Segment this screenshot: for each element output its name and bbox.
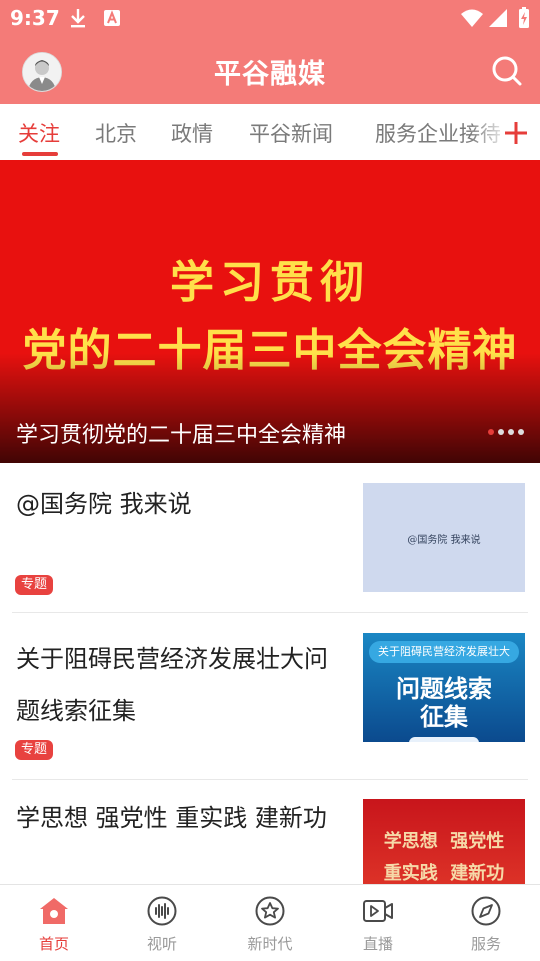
news-thumbnail: 关于阻碍民营经济发展壮大 问题线索 征集 [363,633,525,742]
nav-home-label: 首页 [38,935,69,953]
plus-icon [505,122,527,144]
tab-guanzhu[interactable]: 关注 [18,118,60,148]
app-header: 平谷融媒 [0,36,540,104]
news-item[interactable]: 学思想 强党性 重实践 建新功 学思想 强党性 重实践 建新功 [0,780,540,884]
news-title: 学思想 强党性 重实践 建新功 [16,804,327,832]
banner-caption: 学习贯彻党的二十届三中全会精神 [16,423,347,448]
channel-tabs: 关注 北京 政情 平谷新闻 服务企业接待 [0,104,540,160]
thumbnail-line1: 学思想 强党性 [383,831,505,852]
thumbnail-line2: 征集 [420,703,468,731]
news-item[interactable]: @国务院 我来说 专题 @国务院 我来说 [0,464,540,612]
home-icon [40,898,68,924]
video-camera-icon [363,900,393,922]
news-thumbnail: @国务院 我来说 [363,483,525,592]
topic-tag: 专题 [15,740,54,760]
search-icon[interactable] [490,54,524,88]
carousel-dots [484,420,524,439]
add-channel-button[interactable] [500,110,532,150]
nav-home[interactable]: 首页 [0,885,108,961]
tab-zhengqing[interactable]: 政情 [171,118,213,148]
status-time: 9:37 [10,6,60,30]
font-a-icon [104,10,120,26]
carousel-dot [488,429,494,435]
bottom-navigation: 首页 视听 新时代 直播 服务 [0,884,540,961]
active-tab-indicator [22,152,58,156]
nav-live[interactable]: 直播 [324,885,432,961]
audio-wave-icon [147,896,177,926]
nav-services-label: 服务 [470,935,501,953]
nav-new-era-label: 新时代 [247,935,293,953]
carousel-dot [518,429,524,435]
star-badge-icon [255,896,285,926]
wifi-icon [461,9,483,27]
battery-charging-icon [519,7,529,28]
thumbnail-button-shape [409,737,479,742]
carousel-dot [508,429,514,435]
carousel-dot [498,429,504,435]
thumbnail-header: 关于阻碍民营经济发展壮大 [369,641,519,663]
news-item[interactable]: 关于阻碍民营经济发展壮大问题线索征集 专题 关于阻碍民营经济发展壮大 问题线索 … [0,613,540,779]
thumbnail-line1: 问题线索 [396,675,492,703]
download-icon [71,9,85,28]
nav-new-era[interactable]: 新时代 [216,885,324,961]
app-title: 平谷融媒 [214,59,326,90]
topic-tag: 专题 [15,575,54,595]
compass-icon [471,896,501,926]
news-title: 关于阻碍民营经济发展壮大问题线索征集 [16,645,328,725]
signal-icon [489,9,507,27]
news-thumbnail: 学思想 强党性 重实践 建新功 [363,799,525,884]
tab-pinggu-news[interactable]: 平谷新闻 [249,118,333,148]
nav-services[interactable]: 服务 [432,885,540,961]
nav-live-label: 直播 [362,935,393,953]
thumbnail-line2: 重实践 建新功 [383,863,505,884]
news-title: @国务院 我来说 [16,490,192,518]
nav-audio-video-label: 视听 [146,935,177,953]
nav-audio-video[interactable]: 视听 [108,885,216,961]
thumbnail-text: @国务院 我来说 [407,535,481,546]
status-bar: 9:37 [0,0,540,36]
tab-beijing[interactable]: 北京 [95,118,137,148]
banner-carousel[interactable]: 学习贯彻 党的二十届三中全会精神 学习贯彻党的二十届三中全会精神 [0,160,540,463]
banner-image-text-line1: 学习贯彻 [170,257,370,308]
